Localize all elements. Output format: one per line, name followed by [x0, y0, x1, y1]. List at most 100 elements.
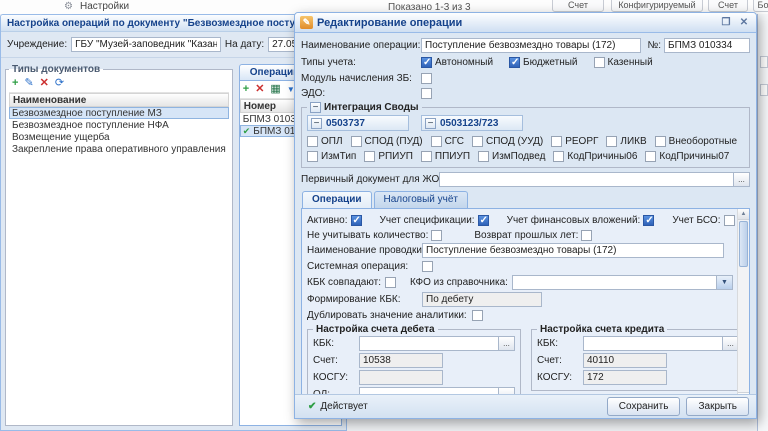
shortcut-card-configurable[interactable]: Конфигурируемый [611, 0, 703, 12]
primary-doc-input[interactable] [439, 172, 734, 187]
checkbox[interactable] [606, 136, 618, 147]
doc-type-row[interactable]: Закрепление права оперативного управлени… [9, 143, 229, 155]
checkbox-state[interactable]: Казенный [593, 57, 653, 68]
shortcut-card-boro[interactable]: Боро [753, 0, 768, 12]
save-button[interactable]: Сохранить [606, 397, 681, 416]
shortcut-card-schet-1[interactable]: Счет [552, 0, 604, 12]
checkbox[interactable] [478, 151, 490, 162]
settings-label[interactable]: Настройки [80, 1, 129, 12]
lookup-button[interactable]: ... [499, 387, 515, 394]
credit-kosgu-input[interactable] [583, 370, 667, 385]
report-panel-0503123[interactable]: − 0503123/723 [421, 115, 523, 131]
credit-account-input[interactable] [583, 353, 667, 368]
acts-toggle[interactable]: ✔ Действует [302, 400, 374, 413]
kbk-formation-input[interactable] [422, 292, 542, 307]
checkbox-opl[interactable]: ОПЛ [307, 136, 343, 147]
checkbox[interactable] [551, 136, 563, 147]
tab-operations[interactable]: Операции [302, 191, 372, 208]
operation-name-input[interactable] [421, 38, 642, 53]
duplicate-analytics-checkbox[interactable] [471, 310, 483, 321]
add-icon[interactable]: + [12, 78, 18, 89]
credit-kbk-input[interactable] [583, 336, 723, 351]
dialog-titlebar[interactable]: ✎ Редактирование операции ❐ ✕ [295, 13, 756, 33]
edo-checkbox[interactable] [421, 88, 432, 99]
collapse-icon[interactable]: − [425, 117, 436, 129]
checkbox-izmpodved[interactable]: ИзмПодвед [478, 151, 545, 162]
collapse-icon[interactable]: − [310, 102, 321, 113]
delete-icon[interactable]: ✕ [255, 84, 264, 95]
checkbox[interactable] [430, 136, 442, 147]
checkbox-reorg[interactable]: РЕОРГ [551, 136, 598, 147]
close-icon[interactable]: ✕ [737, 16, 751, 30]
checkbox-kodprichiny06[interactable]: КодПричины06 [553, 151, 637, 162]
checkbox[interactable] [307, 136, 318, 147]
checkbox[interactable] [553, 151, 565, 162]
fin-group[interactable]: Учет финансовых вложений: [507, 214, 655, 226]
checkbox-spod-pud[interactable]: СПОД (ПУД) [350, 136, 423, 147]
no-qty-group[interactable]: Не учитывать количество: [307, 229, 443, 241]
kfo-combo[interactable] [511, 275, 717, 290]
scroll-up-icon[interactable]: ▲ [738, 209, 749, 220]
doc-type-row[interactable]: Безвозмездное поступление МЗ [9, 107, 229, 119]
checkbox[interactable] [654, 136, 666, 147]
return-checkbox[interactable] [581, 229, 593, 241]
bso-checkbox[interactable] [723, 214, 735, 226]
close-button[interactable]: Закрыть [686, 397, 749, 416]
lookup-button[interactable]: ... [734, 172, 750, 187]
checkbox-sgs[interactable]: СГС [430, 136, 464, 147]
no-qty-checkbox[interactable] [431, 229, 443, 241]
zb-checkbox[interactable] [421, 73, 432, 84]
checkbox[interactable] [364, 151, 376, 162]
doc-type-row[interactable]: Возмещение ущерба [9, 131, 229, 143]
vertical-scrollbar[interactable]: ▲ ▼ [737, 209, 749, 394]
collapse-icon[interactable]: − [311, 117, 322, 129]
scrollbar-thumb[interactable] [739, 221, 748, 267]
shortcut-card-schet-2[interactable]: Счет [708, 0, 748, 12]
checkbox[interactable] [645, 151, 657, 162]
checkbox[interactable] [509, 57, 521, 68]
edit-icon[interactable]: ✎ [24, 78, 33, 89]
checkbox-ppiup[interactable]: ППИУП [420, 151, 470, 162]
checkbox-kodprichiny07[interactable]: КодПричины07 [645, 151, 729, 162]
delete-icon[interactable]: ✕ [40, 78, 49, 89]
checkbox-izmtip[interactable]: ИзмТип [307, 151, 356, 162]
active-group[interactable]: Активно: [307, 214, 362, 226]
lookup-button[interactable]: ... [499, 336, 515, 351]
doc-types-column-header[interactable]: Наименование [9, 93, 229, 107]
doc-type-row[interactable]: Безвозмездное поступление НФА [9, 119, 229, 131]
return-group[interactable]: Возврат прошлых лет: [474, 229, 593, 241]
spec-checkbox[interactable] [477, 214, 489, 226]
tab-tax-accounting[interactable]: Налоговый учёт [373, 191, 468, 208]
add-icon[interactable]: + [243, 84, 249, 95]
checkbox-budget[interactable]: Бюджетный [509, 57, 578, 68]
refresh-icon[interactable]: ⟳ [55, 78, 64, 89]
excel-export-icon[interactable]: ▦ [270, 84, 280, 95]
debit-kbk-input[interactable] [359, 336, 499, 351]
active-checkbox[interactable] [350, 214, 362, 226]
checkbox-autonomous[interactable]: Автономный [421, 57, 493, 68]
report-panel-0503737[interactable]: − 0503737 [307, 115, 409, 131]
debit-ol-input[interactable] [359, 387, 499, 394]
system-operation-checkbox[interactable] [422, 261, 433, 272]
checkbox[interactable] [472, 136, 483, 147]
number-input[interactable] [664, 38, 750, 53]
checkbox-rpiup[interactable]: РПИУП [364, 151, 413, 162]
gear-icon[interactable]: ⚙ [64, 1, 73, 12]
maximize-icon[interactable]: ❐ [719, 16, 733, 30]
dropdown-icon[interactable]: ▼ [717, 275, 733, 290]
checkbox-vneoborotnye[interactable]: Внеоборотные [654, 136, 737, 147]
bso-group[interactable]: Учет БСО: [672, 214, 735, 226]
checkbox[interactable] [421, 57, 432, 68]
debit-kosgu-input[interactable] [359, 370, 443, 385]
checkbox[interactable] [307, 151, 318, 162]
fin-checkbox[interactable] [643, 214, 655, 226]
posting-name-input[interactable] [422, 243, 724, 258]
checkbox[interactable] [350, 136, 362, 147]
checkbox-spod-uud[interactable]: СПОД (УУД) [472, 136, 543, 147]
institution-input[interactable] [71, 37, 221, 52]
kbk-match-checkbox[interactable] [385, 277, 396, 288]
checkbox[interactable] [420, 151, 432, 162]
debit-account-input[interactable] [359, 353, 443, 368]
spec-group[interactable]: Учет спецификации: [380, 214, 489, 226]
checkbox[interactable] [593, 57, 605, 68]
